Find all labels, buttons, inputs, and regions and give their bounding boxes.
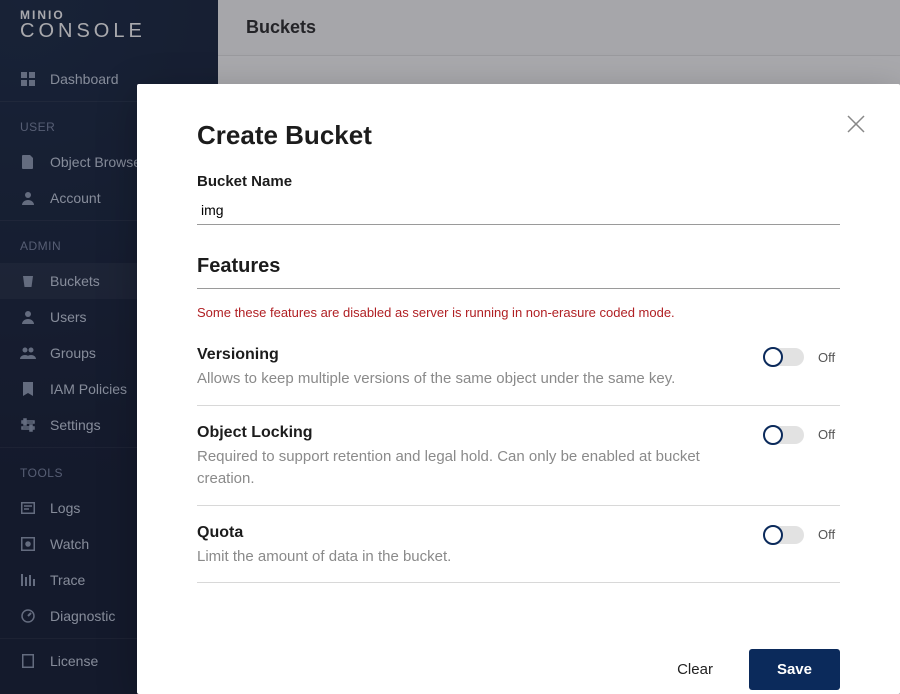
- sidebar-item-label: Settings: [50, 417, 101, 433]
- close-button[interactable]: [842, 110, 870, 138]
- brand-logo: MINIO CONSOLE: [0, 0, 218, 61]
- sidebar-item-label: Logs: [50, 500, 80, 516]
- quota-state: Off: [818, 527, 840, 542]
- account-icon: [20, 190, 36, 206]
- groups-icon: [20, 345, 36, 361]
- features-heading: Features: [197, 255, 840, 289]
- versioning-state: Off: [818, 350, 840, 365]
- feature-title: Object Locking: [197, 424, 744, 442]
- sidebar-item-label: Users: [50, 309, 87, 325]
- sidebar-item-label: Watch: [50, 536, 89, 552]
- feature-row-versioning: Versioning Allows to keep multiple versi…: [197, 328, 840, 406]
- feature-row-quota: Quota Limit the amount of data in the bu…: [197, 506, 840, 584]
- quota-toggle[interactable]: [764, 526, 804, 544]
- page-title: Buckets: [246, 17, 316, 38]
- sidebar-item-label: Object Browser: [50, 154, 146, 170]
- page-header: Buckets: [218, 0, 900, 56]
- sidebar-item-label: IAM Policies: [50, 381, 127, 397]
- logs-icon: [20, 500, 36, 516]
- sidebar-item-label: Dashboard: [50, 71, 119, 87]
- close-icon: [845, 113, 867, 135]
- feature-desc: Allows to keep multiple versions of the …: [197, 368, 744, 391]
- features-warning: Some these features are disabled as serv…: [197, 305, 840, 320]
- sidebar-item-label: Trace: [50, 572, 85, 588]
- clear-button[interactable]: Clear: [671, 649, 719, 690]
- dashboard-icon: [20, 71, 36, 87]
- sidebar-item-label: Diagnostic: [50, 608, 115, 624]
- bookmark-icon: [20, 381, 36, 397]
- object-locking-toggle[interactable]: [764, 426, 804, 444]
- settings-icon: [20, 417, 36, 433]
- bucket-icon: [20, 273, 36, 289]
- watch-icon: [20, 536, 36, 552]
- save-button[interactable]: Save: [749, 649, 840, 690]
- sidebar-item-label: Account: [50, 190, 101, 206]
- feature-row-object-locking: Object Locking Required to support reten…: [197, 406, 840, 506]
- feature-desc: Limit the amount of data in the bucket.: [197, 546, 744, 569]
- feature-title: Versioning: [197, 346, 744, 364]
- modal-title: Create Bucket: [197, 120, 840, 151]
- file-icon: [20, 154, 36, 170]
- brand-line2: CONSOLE: [20, 20, 198, 43]
- bucket-name-label: Bucket Name: [197, 173, 840, 190]
- bucket-name-input[interactable]: [197, 196, 840, 225]
- object-locking-state: Off: [818, 427, 840, 442]
- user-icon: [20, 309, 36, 325]
- versioning-toggle[interactable]: [764, 348, 804, 366]
- sidebar-item-label: Groups: [50, 345, 96, 361]
- feature-desc: Required to support retention and legal …: [197, 446, 744, 491]
- create-bucket-modal: Create Bucket Bucket Name Features Some …: [137, 84, 900, 694]
- license-icon: [20, 653, 36, 669]
- trace-icon: [20, 572, 36, 588]
- feature-title: Quota: [197, 524, 744, 542]
- sidebar-item-label: License: [50, 653, 98, 669]
- diagnostic-icon: [20, 608, 36, 624]
- sidebar-item-label: Buckets: [50, 273, 100, 289]
